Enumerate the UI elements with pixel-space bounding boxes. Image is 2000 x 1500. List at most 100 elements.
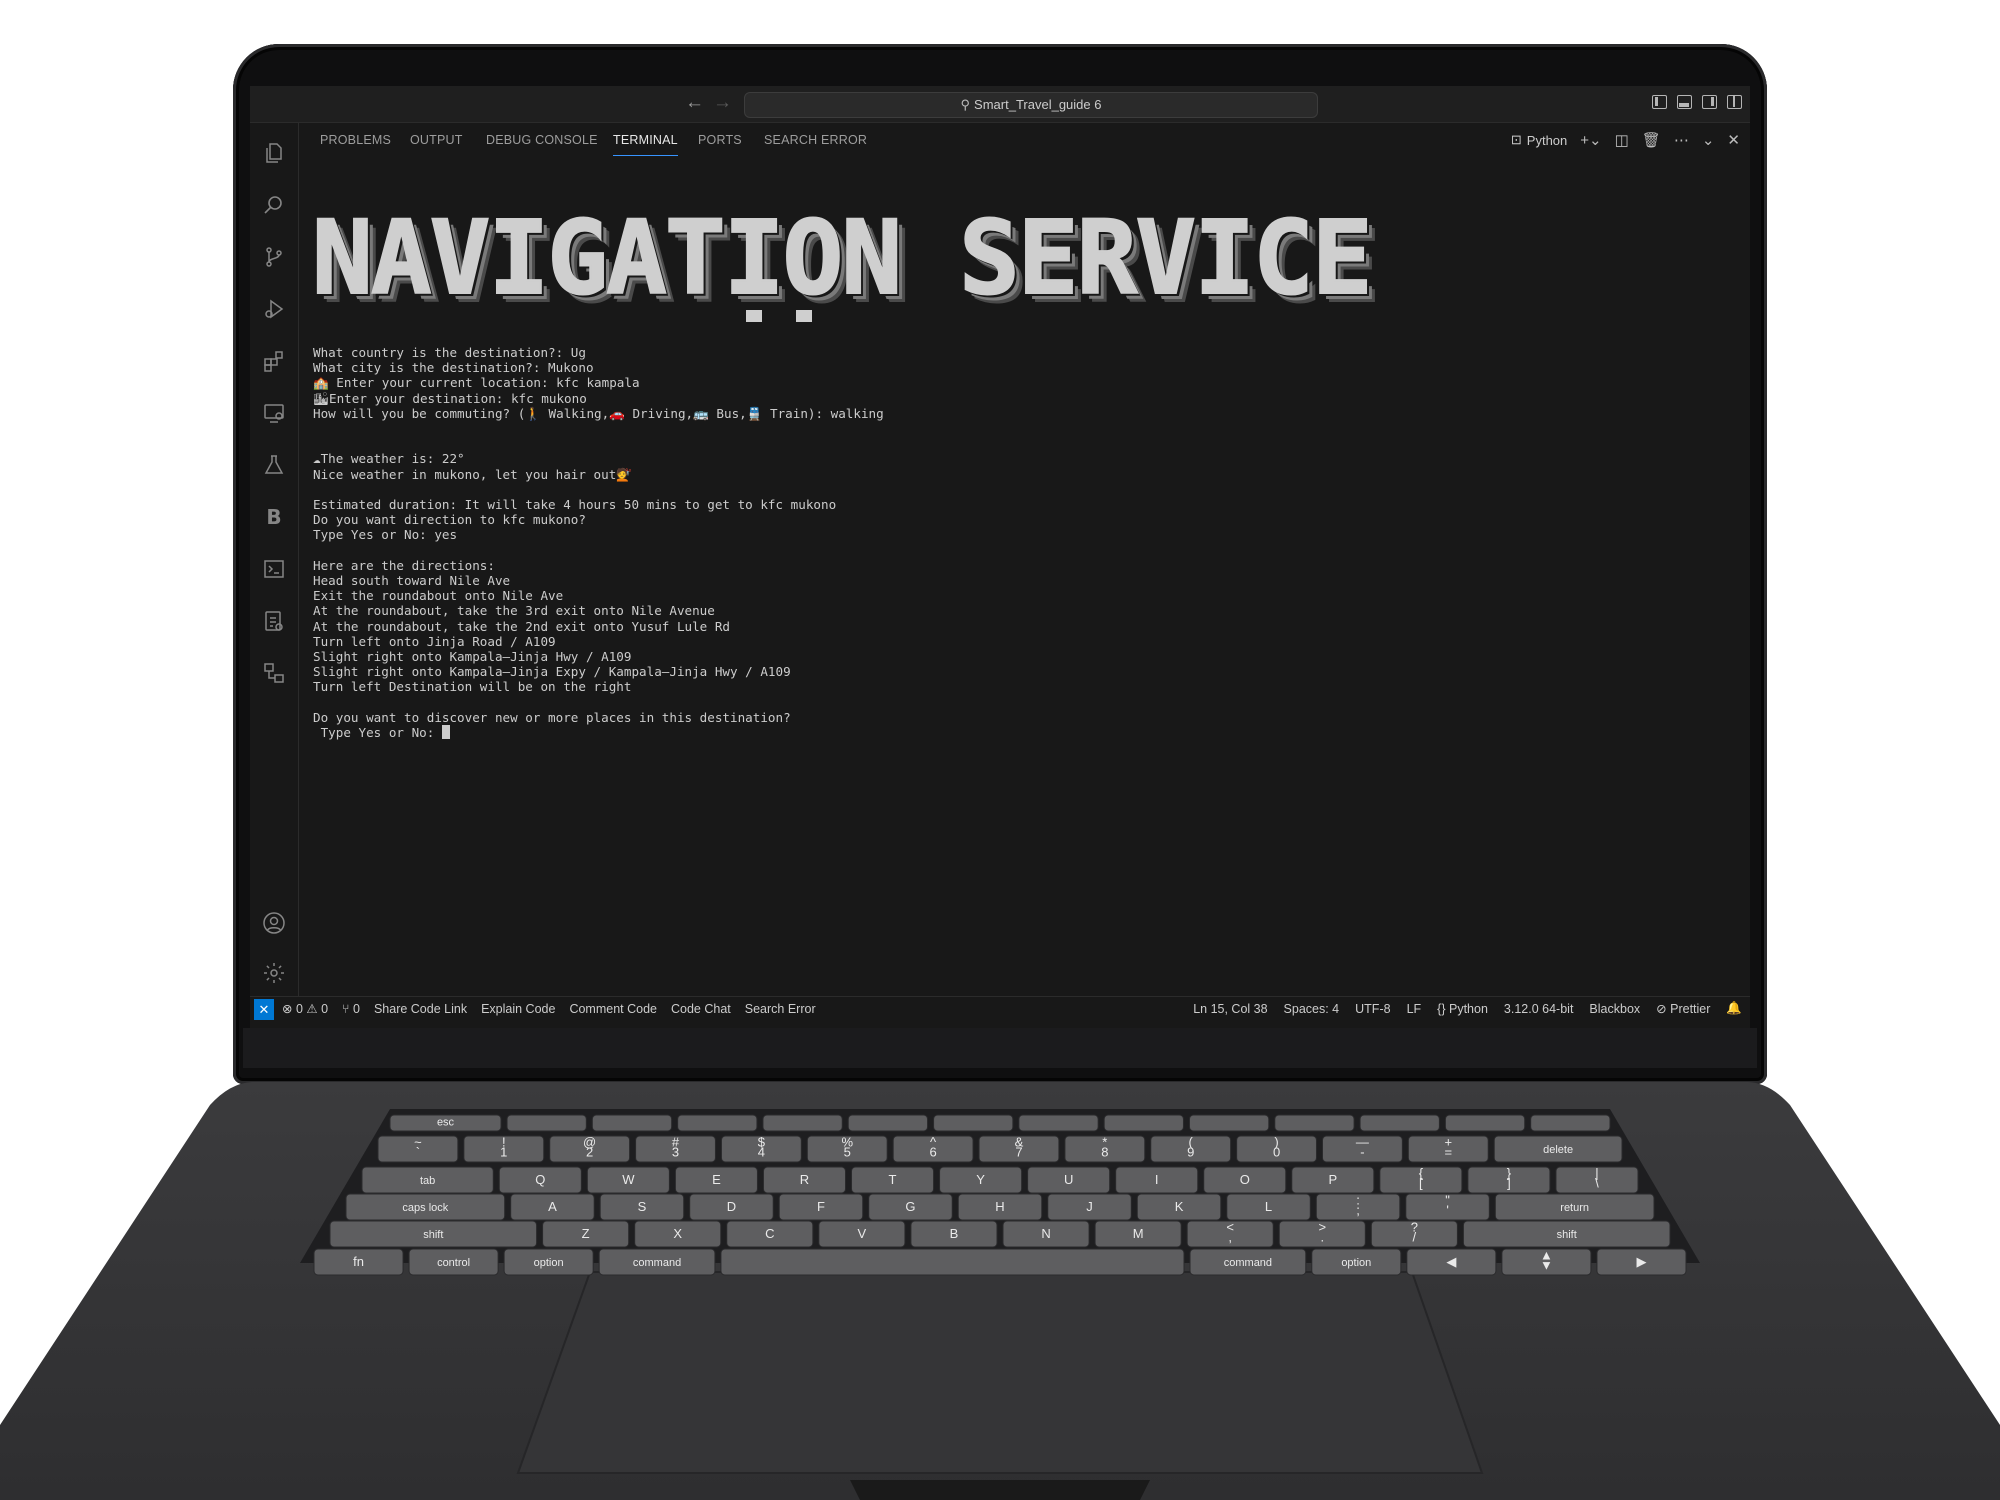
terminal-icon[interactable] (262, 557, 286, 581)
laptop-chin (243, 1028, 1757, 1068)
code-chat-button[interactable]: Code Chat (671, 1002, 731, 1016)
keyboard-key (847, 1114, 929, 1132)
extensions-icon[interactable] (262, 349, 286, 373)
terminal-line: 🏙Enter your destination: kfc mukono (313, 390, 587, 406)
share-code-link-button[interactable]: Share Code Link (374, 1002, 467, 1016)
python-interpreter[interactable]: 3.12.0 64-bit (1504, 1002, 1574, 1016)
keyboard-key (506, 1114, 587, 1132)
key-label: J (1086, 1199, 1093, 1214)
key-label: tab (420, 1175, 435, 1187)
key-label: option (534, 1257, 564, 1269)
keyboard-key (677, 1114, 758, 1132)
key-label: command (1224, 1257, 1272, 1269)
back-arrow-icon[interactable]: ← (685, 92, 704, 114)
tab-output[interactable]: OUTPUT (410, 133, 463, 147)
shell-label: Python (1526, 132, 1568, 148)
account-icon[interactable] (262, 911, 286, 935)
search-icon[interactable] (262, 193, 286, 217)
braces-icon: {} (1437, 1001, 1446, 1016)
terminal-line: ☁The weather is: 22° (313, 451, 465, 467)
tab-terminal[interactable]: TERMINAL (613, 133, 678, 156)
testing-icon[interactable] (262, 453, 286, 477)
tab-ports[interactable]: PORTS (698, 133, 742, 147)
new-terminal-icon[interactable]: +⌄ (1580, 131, 1601, 149)
key-label: G (905, 1199, 915, 1214)
prettier-label: Prettier (1670, 1002, 1711, 1016)
trash-icon[interactable]: 🗑 (1642, 131, 1661, 149)
run-debug-icon[interactable] (262, 297, 286, 321)
indentation[interactable]: Spaces: 4 (1284, 1002, 1340, 1016)
key-label: , (1228, 1229, 1232, 1244)
blackbox-status[interactable]: Blackbox (1589, 1002, 1640, 1016)
ports-indicator[interactable]: ⑂ 0 (342, 1002, 360, 1016)
key-label: H (995, 1199, 1004, 1214)
terminal-line: Nice weather in mukono, let you hair out… (313, 466, 632, 482)
comment-code-button[interactable]: Comment Code (569, 1002, 657, 1016)
customize-layout-icon[interactable] (1727, 95, 1742, 109)
search-error-button[interactable]: Search Error (745, 1002, 816, 1016)
key-label: / (1413, 1229, 1417, 1244)
more-actions-icon[interactable]: ⋯ (1674, 131, 1689, 149)
line-ending[interactable]: LF (1407, 1002, 1422, 1016)
problems-indicator[interactable]: ⊗ 0 ⚠ 0 (282, 1001, 328, 1016)
diagram-icon[interactable] (262, 661, 286, 685)
docker-icon[interactable] (262, 609, 286, 633)
blackbox-icon[interactable]: B (262, 505, 286, 529)
key-label: 9 (1187, 1144, 1194, 1159)
terminal-prompt[interactable]: Type Yes or No: (313, 725, 884, 740)
tab-problems[interactable]: PROBLEMS (320, 133, 391, 147)
explain-code-button[interactable]: Explain Code (481, 1002, 555, 1016)
laptop-base: esc ~ `! 1 @2 #3 $4% 5 ^ 6 & 7 * 8(9) 0— - + = delete tab Q W… (0, 1075, 2000, 1500)
key-label: Y (976, 1172, 985, 1187)
terminal-shell-selector[interactable]: ⊡ Python (1511, 132, 1567, 148)
forward-arrow-icon[interactable]: → (713, 92, 732, 114)
remote-indicator[interactable]: ✕ (254, 999, 274, 1020)
toggle-secondary-sidebar-icon[interactable] (1702, 95, 1717, 109)
key-label: ` (416, 1144, 420, 1159)
key-label: F (817, 1199, 825, 1214)
key-label: esc (437, 1117, 455, 1129)
key-label: option (1341, 1257, 1371, 1269)
ascii-banner: NAVIGATION SERVICE (311, 199, 1374, 318)
close-icon[interactable]: ✕ (1727, 131, 1740, 149)
remote-explorer-icon[interactable] (262, 401, 286, 425)
tab-debug-console[interactable]: DEBUG CONSOLE (486, 133, 598, 147)
bell-icon[interactable]: 🔔 (1726, 1001, 1742, 1016)
key-label: \ (1595, 1175, 1599, 1190)
toggle-primary-sidebar-icon[interactable] (1652, 95, 1667, 109)
key-label: T (889, 1172, 897, 1187)
key-label: shift (1557, 1229, 1577, 1241)
key-label: U (1064, 1172, 1073, 1187)
key-label: X (673, 1226, 682, 1241)
command-center-search[interactable]: ⚲ Smart_Travel_guide 6 (744, 92, 1318, 118)
key-label: ; (1356, 1202, 1360, 1217)
warning-count: 0 (321, 1002, 329, 1016)
activity-bar: B (250, 123, 299, 996)
split-terminal-icon[interactable]: ◫ (1615, 131, 1629, 149)
terminal-line: Head south toward Nile Ave (313, 573, 511, 589)
source-control-icon[interactable] (262, 245, 286, 269)
toggle-panel-icon[interactable] (1677, 95, 1692, 109)
keyboard-key (720, 1248, 1185, 1276)
key-label: A (548, 1199, 557, 1214)
prettier-status[interactable]: ⊘ Prettier (1656, 1001, 1710, 1016)
tab-search-error[interactable]: SEARCH ERROR (764, 133, 867, 147)
title-bar: ← → ⚲ Smart_Travel_guide 6 (250, 86, 1750, 123)
ports-count: 0 (353, 1001, 360, 1016)
key-label: 8 (1101, 1144, 1108, 1159)
settings-icon[interactable] (262, 961, 286, 985)
keyboard-key (1103, 1114, 1184, 1132)
chevron-down-icon[interactable]: ⌄ (1702, 131, 1715, 149)
cursor-position[interactable]: Ln 15, Col 38 (1193, 1002, 1267, 1016)
key-label: 2 (586, 1144, 593, 1159)
key-label: P (1328, 1172, 1337, 1187)
key-label: Z (582, 1226, 590, 1241)
language-mode[interactable]: {} Python (1437, 1002, 1488, 1016)
key-label: C (765, 1226, 774, 1241)
encoding[interactable]: UTF-8 (1355, 1002, 1390, 1016)
key-label: M (1133, 1226, 1144, 1241)
explorer-icon[interactable] (262, 141, 286, 165)
terminal-output[interactable]: NAVIGATION SERVICE What country is the d… (298, 164, 1750, 994)
